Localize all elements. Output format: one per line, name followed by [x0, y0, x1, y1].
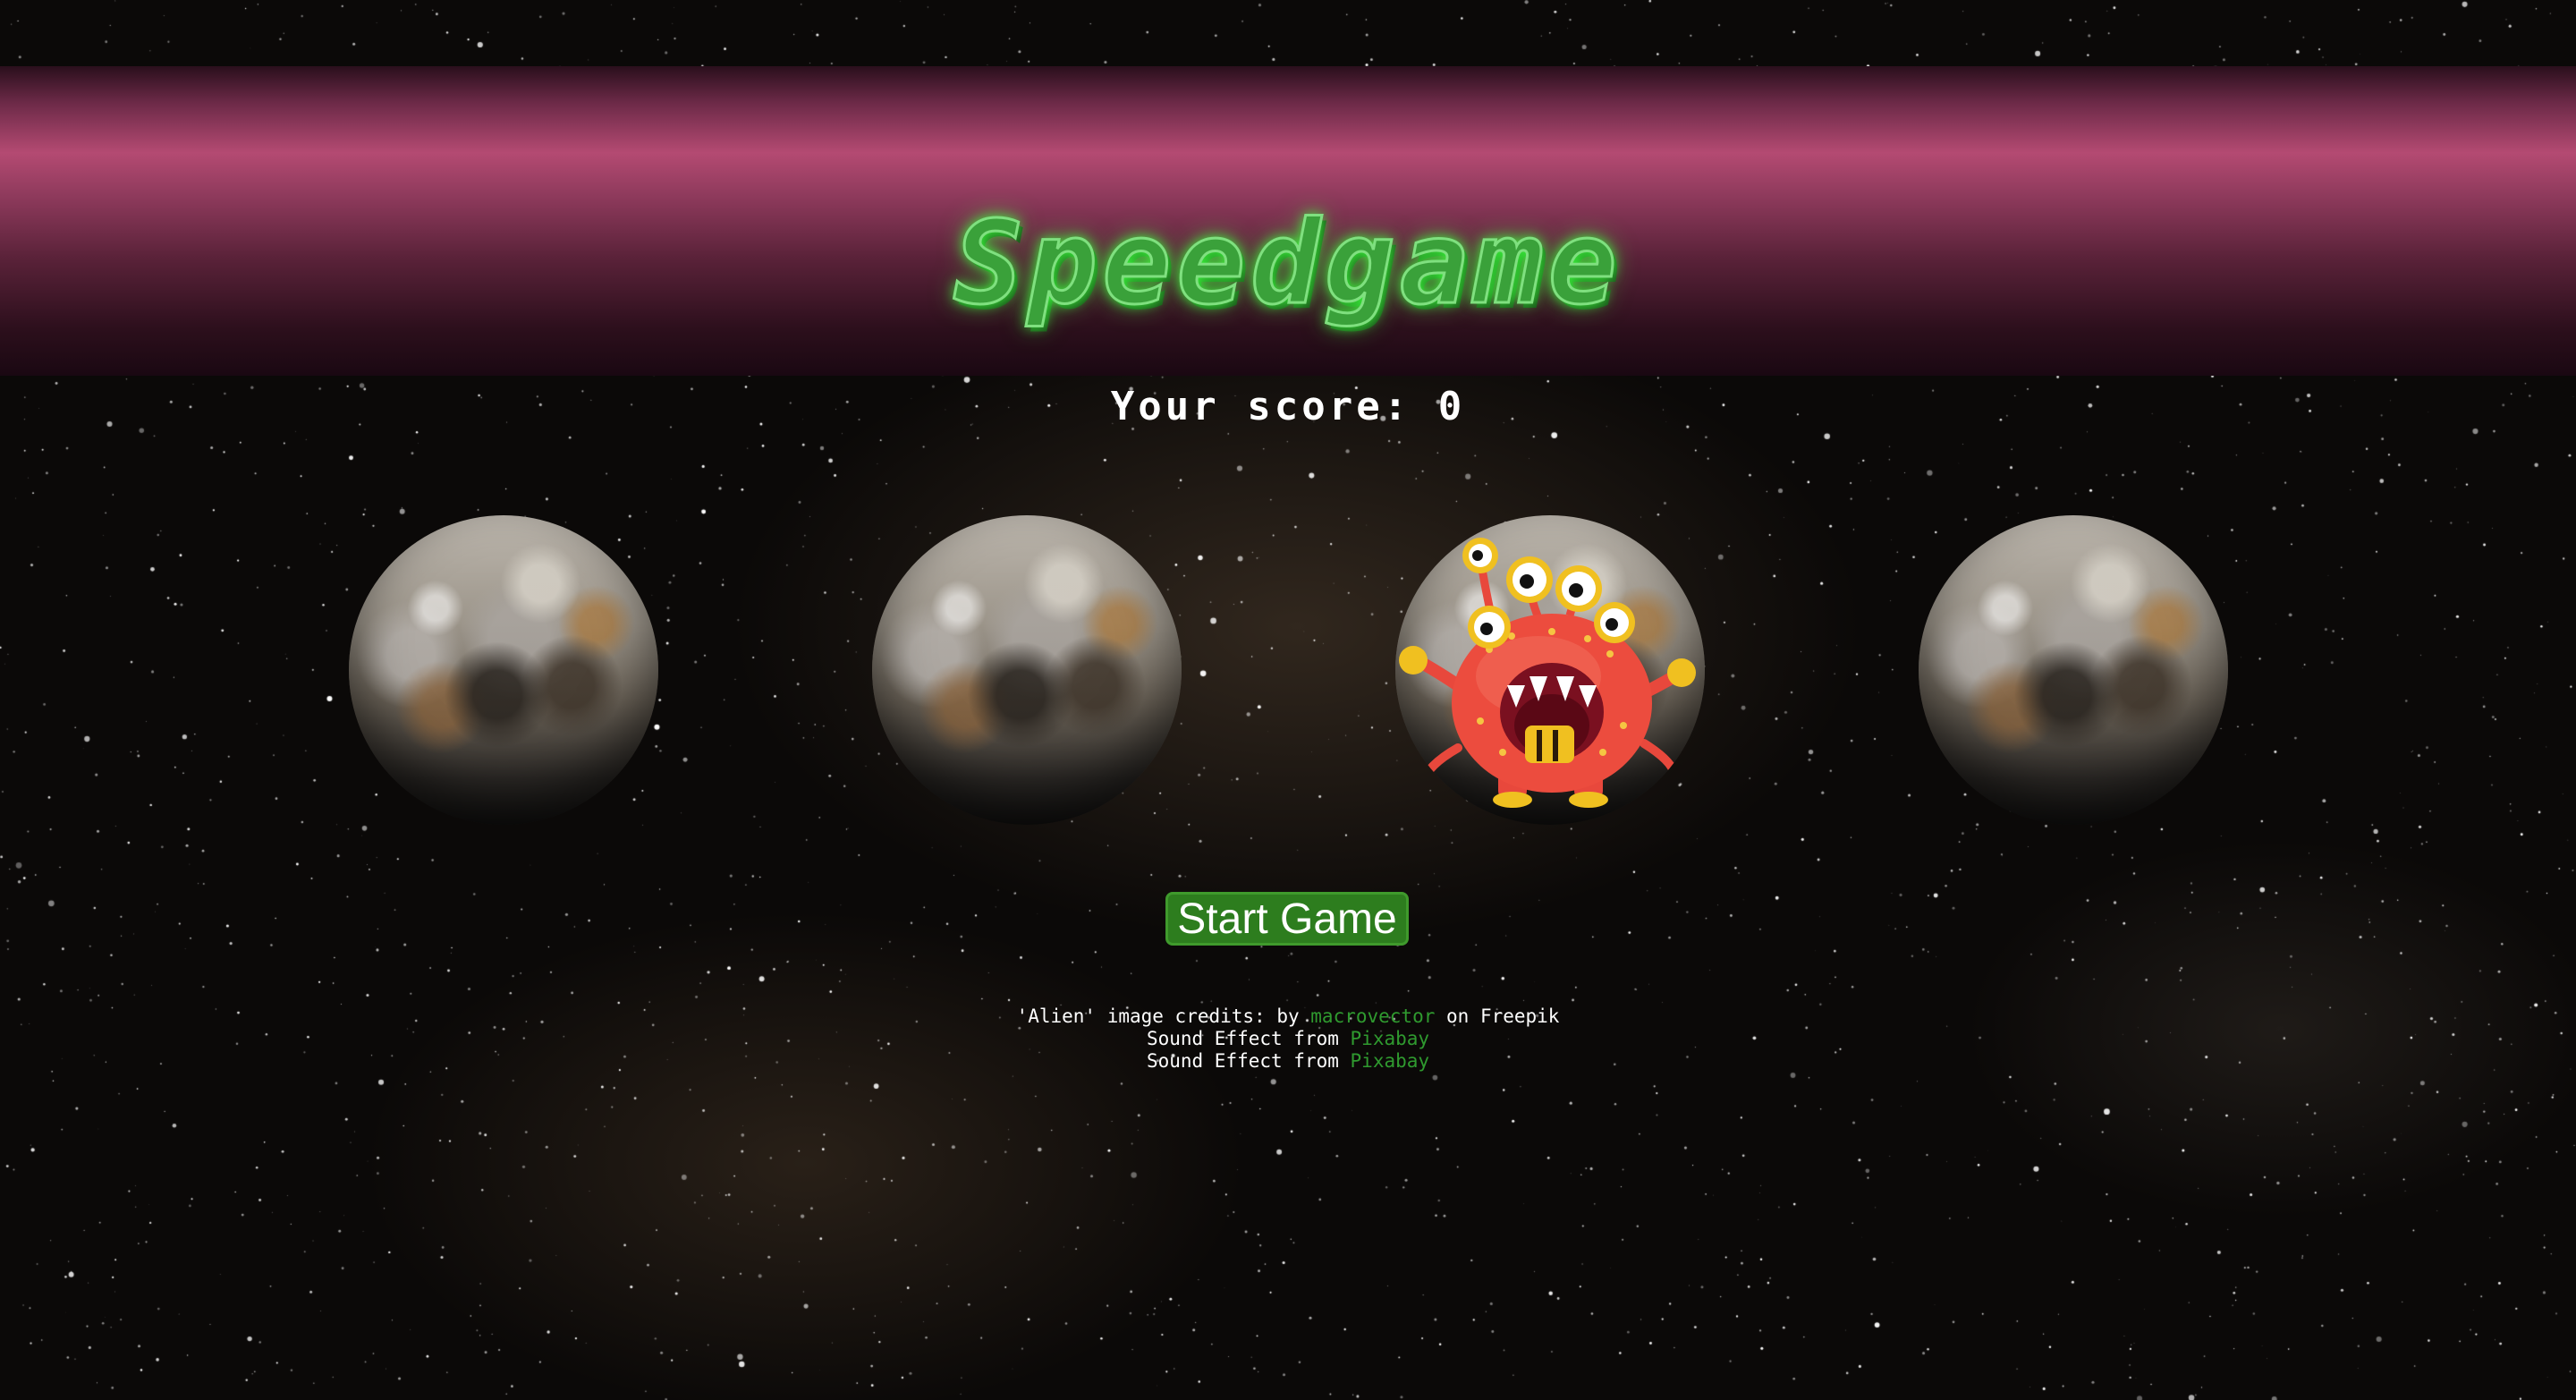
circle-2[interactable]: [872, 515, 1182, 825]
credits: 'Alien' image credits: by macrovector on…: [0, 1005, 2576, 1073]
credit-line-alien: 'Alien' image credits: by macrovector on…: [0, 1005, 2576, 1028]
score-label: Your score:: [1110, 384, 1411, 429]
credit-text: Sound Effect from: [1146, 1028, 1339, 1049]
credit-line-sound-1: Sound Effect from Pixabay: [0, 1028, 2576, 1050]
circle-4[interactable]: [1919, 515, 2228, 825]
score-value: 0: [1437, 384, 1466, 429]
score-display: Your score: 0: [0, 380, 2576, 434]
credit-line-sound-2: Sound Effect from Pixabay: [0, 1050, 2576, 1073]
credit-text: on Freepik: [1446, 1005, 1560, 1027]
pixabay-link-1[interactable]: Pixabay: [1351, 1028, 1430, 1049]
alien-icon: [1399, 538, 1696, 808]
circle-1[interactable]: [349, 515, 658, 825]
credit-text: Sound Effect from: [1146, 1050, 1339, 1072]
page-title: Speedgame: [953, 196, 1623, 332]
start-game-button[interactable]: Start Game: [1165, 892, 1409, 946]
pixabay-link-2[interactable]: Pixabay: [1351, 1050, 1430, 1072]
circle-3[interactable]: [1395, 515, 1705, 825]
credit-text: 'Alien' image credits: by: [1016, 1005, 1300, 1027]
macrovector-link[interactable]: macrovector: [1310, 1005, 1435, 1027]
